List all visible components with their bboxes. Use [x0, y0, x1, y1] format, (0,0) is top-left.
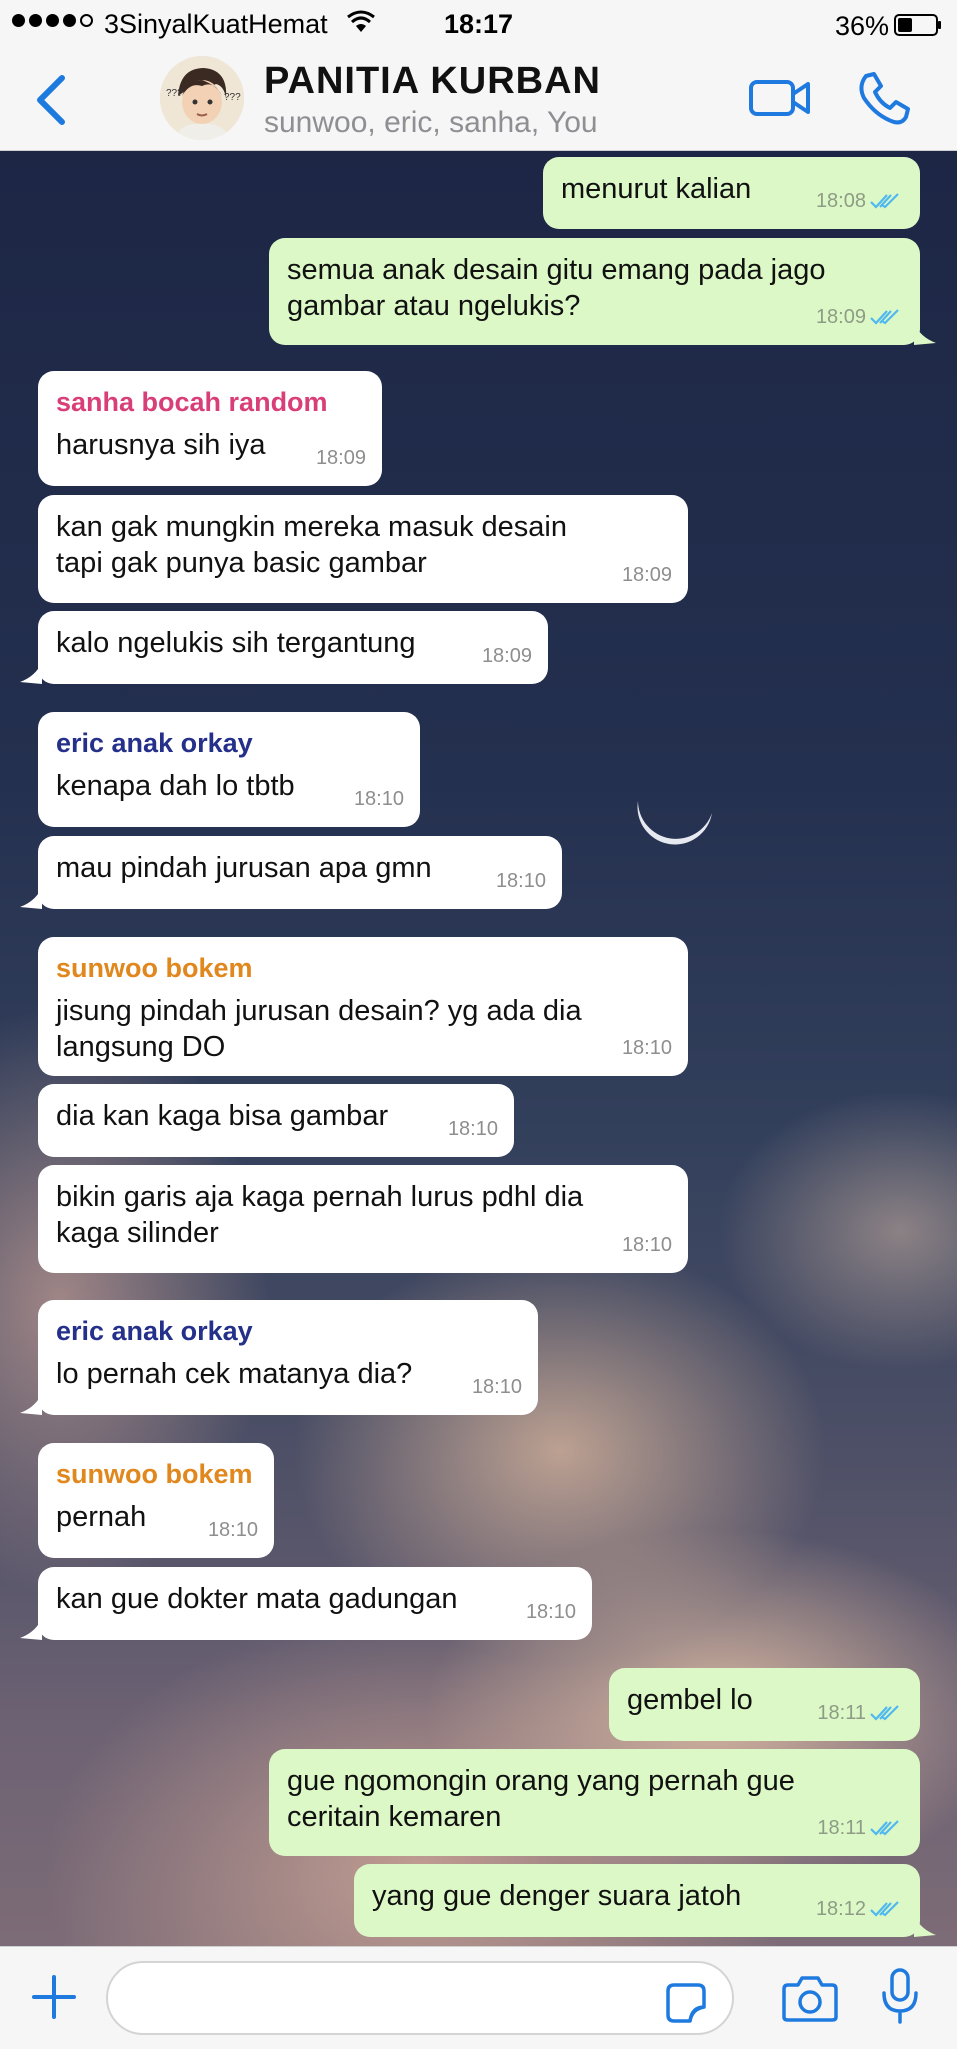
message-time: 18:10	[353, 788, 404, 810]
sender-name: sunwoo bokem	[56, 953, 253, 983]
message-text: bikin garis aja kaga pernah lurus pdhl d…	[56, 1181, 584, 1249]
sender-name: sunwoo bokem	[56, 1459, 253, 1489]
message-bubble-incoming[interactable]: eric anak orkay kenapa dah lo tbtb 18:10	[38, 712, 420, 827]
bubble-tail	[20, 887, 42, 909]
message-input[interactable]	[106, 1961, 734, 2035]
battery-percentage: 36%	[835, 11, 890, 41]
bubble-tail	[914, 323, 936, 345]
message-text: jisung pindah jurusan desain? yg ada dia…	[56, 995, 582, 1063]
message-bubble-incoming[interactable]: sunwoo bokem jisung pindah jurusan desai…	[38, 937, 688, 1076]
message-meta: 18:08	[816, 183, 904, 219]
microphone-icon[interactable]	[880, 1967, 920, 2025]
message-bubble-outgoing[interactable]: menurut kalian 18:08	[543, 157, 920, 229]
message-text: semua anak desain gitu emang pada jago g…	[287, 254, 826, 322]
message-text: gue ngomongin orang yang pernah gue ceri…	[287, 1765, 795, 1833]
message-bubble-incoming[interactable]: kan gue dokter mata gadungan 18:10	[38, 1567, 592, 1640]
sender-name: eric anak orkay	[56, 728, 253, 758]
message-time: 18:11	[817, 1817, 866, 1839]
message-bubble-incoming[interactable]: kan gak mungkin mereka masuk desain tapi…	[38, 495, 688, 603]
message-text: harusnya sih iya	[56, 429, 266, 461]
read-receipt-icon	[870, 1901, 899, 1917]
message-bubble-incoming[interactable]: sanha bocah random harusnya sih iya 18:0…	[38, 371, 382, 486]
battery-icon	[894, 14, 941, 36]
message-time: 18:11	[817, 1702, 866, 1724]
message-text: lo pernah cek matanya dia?	[56, 1358, 413, 1390]
chat-header: ??? ??? PANITIA KURBAN sunwoo, eric, san…	[0, 50, 957, 151]
svg-text:???: ???	[166, 88, 183, 99]
message-time: 18:10	[447, 1118, 498, 1140]
group-members[interactable]: sunwoo, eric, sanha, You	[264, 106, 598, 140]
sticker-icon[interactable]	[664, 1981, 708, 2025]
crescent-moon	[637, 801, 712, 845]
bubble-tail	[20, 1393, 42, 1415]
message-bubble-outgoing[interactable]: gue ngomongin orang yang pernah gue ceri…	[269, 1749, 920, 1856]
sender-name: eric anak orkay	[56, 1316, 253, 1346]
message-time: 18:10	[207, 1519, 258, 1541]
message-time: 18:09	[621, 564, 672, 586]
sender-name: sanha bocah random	[56, 387, 328, 417]
message-bubble-incoming[interactable]: eric anak orkay lo pernah cek matanya di…	[38, 1300, 538, 1415]
carrier-name: 3SinyalKuatHemat	[104, 9, 328, 39]
plus-icon[interactable]	[30, 1973, 78, 2021]
message-text: kenapa dah lo tbtb	[56, 770, 295, 802]
bubble-tail	[20, 662, 42, 684]
message-time: 18:09	[315, 447, 366, 469]
message-time: 18:10	[471, 1376, 522, 1398]
bubble-tail	[914, 1915, 936, 1937]
status-time: 18:17	[444, 9, 514, 39]
message-time: 18:10	[495, 870, 546, 892]
message-text: kalo ngelukis sih tergantung	[56, 627, 416, 659]
bubble-tail	[20, 1618, 42, 1640]
message-meta: 18:09	[816, 299, 904, 335]
read-receipt-icon	[870, 1705, 899, 1721]
status-bar: 3SinyalKuatHemat 18:17 36%	[0, 0, 957, 50]
message-bubble-outgoing[interactable]: yang gue denger suara jatoh 18:12	[354, 1864, 920, 1937]
message-time: 18:09	[481, 645, 532, 667]
message-text: menurut kalian	[561, 173, 752, 205]
message-bubble-incoming[interactable]: kalo ngelukis sih tergantung 18:09	[38, 611, 548, 684]
chevron-left-icon[interactable]	[32, 72, 72, 128]
message-meta: 18:11	[817, 1810, 904, 1846]
read-receipt-icon	[870, 193, 899, 209]
message-bubble-incoming[interactable]: sunwoo bokem pernah 18:10	[38, 1443, 274, 1558]
message-bubble-outgoing[interactable]: semua anak desain gitu emang pada jago g…	[269, 238, 920, 345]
message-bubble-incoming[interactable]: dia kan kaga bisa gambar 18:10	[38, 1084, 514, 1157]
signal-strength-icon	[12, 14, 93, 27]
video-camera-icon[interactable]	[748, 74, 812, 122]
message-meta: 18:11	[817, 1695, 904, 1731]
message-text: kan gak mungkin mereka masuk desain tapi…	[56, 511, 567, 579]
message-bubble-outgoing[interactable]: gembel lo 18:11	[609, 1668, 920, 1741]
message-text: dia kan kaga bisa gambar	[56, 1100, 389, 1132]
group-title[interactable]: PANITIA KURBAN	[264, 60, 601, 103]
message-time: 18:10	[621, 1234, 672, 1256]
chat-area[interactable]: menurut kalian 18:08 semua anak desain g…	[0, 151, 957, 1946]
message-input-bar	[0, 1946, 957, 2049]
phone-icon[interactable]	[854, 70, 912, 128]
message-text: gembel lo	[627, 1684, 753, 1716]
group-avatar[interactable]: ??? ???	[160, 56, 244, 140]
read-receipt-icon	[870, 309, 899, 325]
message-time: 18:10	[525, 1601, 576, 1623]
read-receipt-icon	[870, 1820, 899, 1836]
camera-icon[interactable]	[782, 1973, 838, 2023]
message-text: yang gue denger suara jatoh	[372, 1880, 742, 1912]
message-text: pernah	[56, 1501, 147, 1533]
message-time: 18:09	[815, 306, 866, 328]
message-time: 18:12	[815, 1898, 866, 1920]
message-meta: 18:12	[816, 1891, 904, 1927]
wifi-icon	[347, 10, 375, 32]
message-text: mau pindah jurusan apa gmn	[56, 852, 432, 884]
message-time: 18:10	[621, 1037, 672, 1059]
message-time: 18:08	[815, 190, 866, 212]
svg-text:???: ???	[224, 92, 241, 103]
message-bubble-incoming[interactable]: mau pindah jurusan apa gmn 18:10	[38, 836, 562, 909]
message-bubble-incoming[interactable]: bikin garis aja kaga pernah lurus pdhl d…	[38, 1165, 688, 1273]
message-text: kan gue dokter mata gadungan	[56, 1583, 458, 1615]
